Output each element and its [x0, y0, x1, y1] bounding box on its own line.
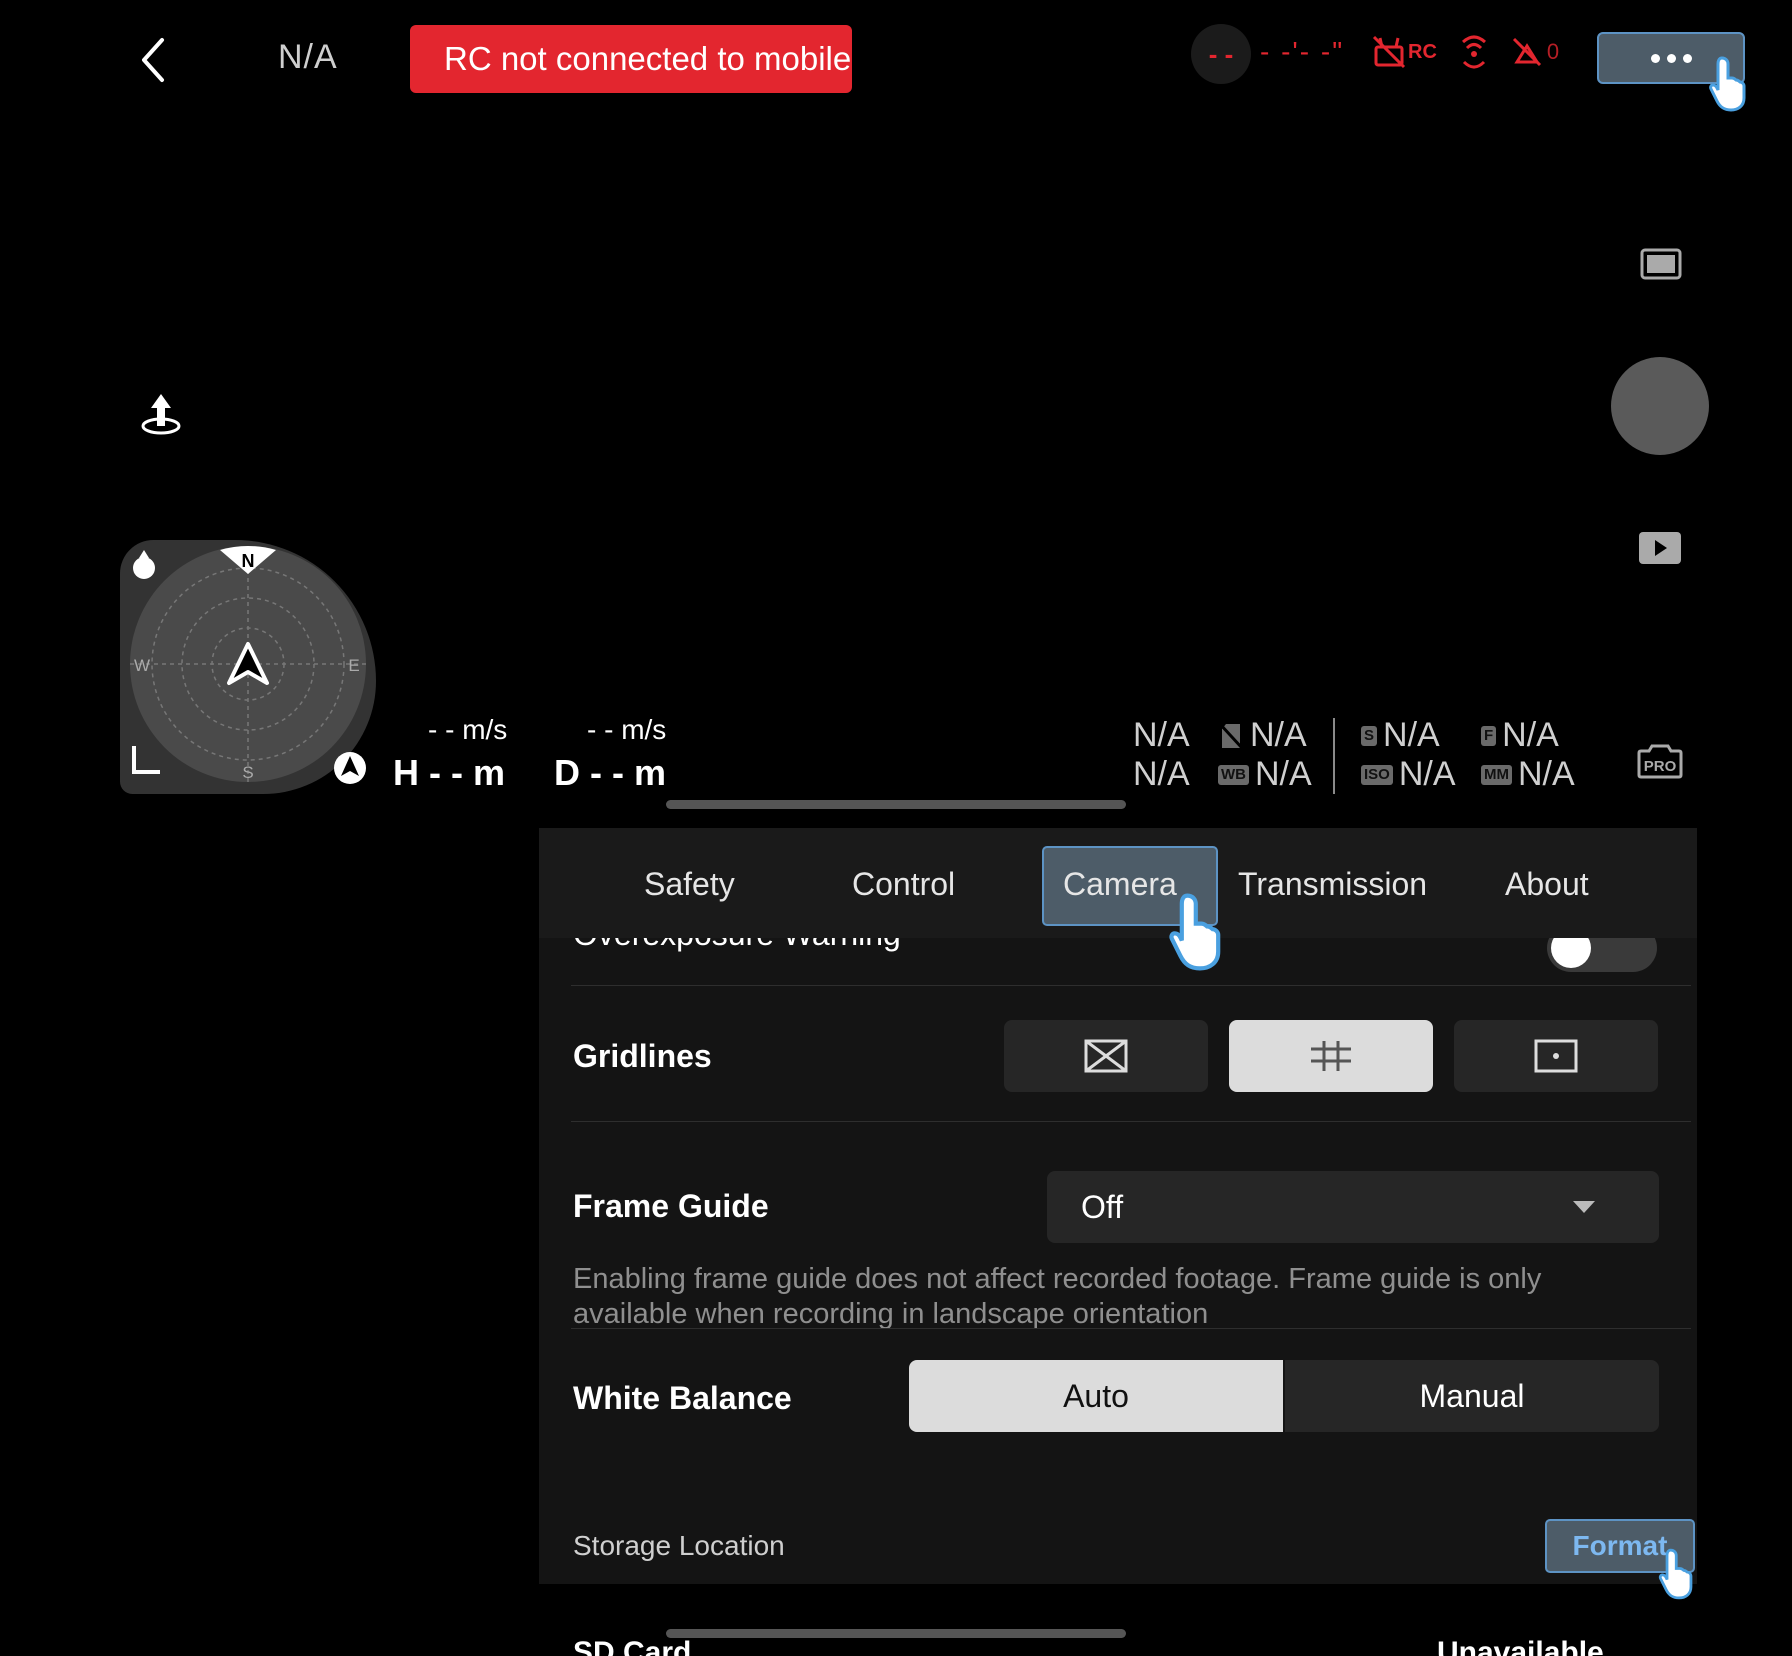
camera-param-3: N/A: [1218, 716, 1307, 755]
frame-guide-select[interactable]: Off: [1047, 1171, 1659, 1243]
frame-guide-label: Frame Guide: [573, 1188, 769, 1224]
pro-label: PRO: [1644, 758, 1677, 775]
caret-down-icon: [1573, 1201, 1595, 1213]
white-balance-auto-button[interactable]: Auto: [909, 1360, 1283, 1432]
gps-signal-indicator[interactable]: - -: [1191, 24, 1251, 84]
param-value: N/A: [1255, 755, 1312, 793]
radar-north-label: N: [242, 551, 255, 571]
camera-param-iso: ISO N/A: [1361, 755, 1456, 794]
camera-param-aperture: F N/A: [1481, 716, 1559, 755]
rc-disconnected-icon: [1372, 35, 1406, 69]
frame-guide-value: Off: [1081, 1188, 1124, 1225]
param-value: N/A: [1250, 716, 1307, 754]
aperture-badge: F: [1481, 725, 1497, 746]
tab-transmission[interactable]: Transmission: [1238, 866, 1427, 903]
storage-location-label: Storage Location: [573, 1530, 785, 1561]
gridlines-diagonal-icon: [1084, 1039, 1128, 1073]
param-value: N/A: [1133, 716, 1190, 754]
tab-control[interactable]: Control: [852, 866, 955, 903]
gridlines-label: Gridlines: [573, 1038, 712, 1074]
param-value: N/A: [1383, 716, 1440, 754]
camera-param-2: N/A: [1133, 755, 1190, 794]
camera-param-1: N/A: [1133, 716, 1190, 755]
camera-param-wb: WB N/A: [1218, 755, 1312, 794]
radar-south-label: S: [242, 763, 253, 782]
gridlines-diagonal-button[interactable]: [1004, 1020, 1208, 1092]
param-value: N/A: [1398, 755, 1456, 793]
dot: [1650, 53, 1660, 63]
shutter-button[interactable]: [1611, 357, 1709, 455]
back-button[interactable]: [128, 30, 178, 90]
rc-label: RC: [1408, 40, 1437, 63]
horizontal-speed: - - m/s: [428, 714, 508, 745]
pro-mode-icon[interactable]: PRO: [1637, 743, 1683, 779]
attitude-radar[interactable]: N W E S: [120, 540, 376, 794]
gridlines-grid-button[interactable]: [1229, 1020, 1433, 1092]
flight-time-readout: - -'- -": [1260, 36, 1345, 67]
settings-panel: Overexposure Warning Safety Control Came…: [539, 828, 1697, 1656]
vertical-speed: - - m/s: [587, 714, 667, 745]
transmission-signal-icon[interactable]: [1459, 34, 1489, 70]
camera-param-shutter: S N/A: [1361, 716, 1440, 755]
focal-length-badge: MM: [1481, 764, 1512, 785]
vision-off-icon: [1512, 37, 1541, 67]
wb-badge: WB: [1218, 764, 1249, 785]
white-balance-manual-button[interactable]: Manual: [1285, 1360, 1659, 1432]
storage-location-row: [539, 1464, 1697, 1584]
sd-card-off-icon: [1218, 722, 1244, 749]
radar-east-label: E: [348, 656, 359, 675]
status-icons-group: RC 0: [1372, 32, 1559, 72]
dot: [1682, 53, 1692, 63]
tab-safety[interactable]: Safety: [644, 866, 735, 903]
distance-readout: D - - m: [554, 752, 666, 793]
gridlines-center-icon: [1534, 1039, 1578, 1073]
divider: [571, 1121, 1691, 1122]
shutter-badge: S: [1361, 725, 1378, 746]
rc-signal-status[interactable]: RC: [1372, 35, 1437, 69]
white-balance-label: White Balance: [573, 1380, 792, 1416]
param-divider: [1333, 718, 1335, 794]
gridlines-center-button[interactable]: [1454, 1020, 1658, 1092]
aspect-ratio-icon[interactable]: [1640, 248, 1682, 280]
sd-card-label: SD Card: [573, 1636, 692, 1656]
playback-icon[interactable]: [1638, 531, 1682, 565]
param-value: N/A: [1133, 755, 1190, 793]
corner-marker: [132, 746, 160, 774]
tab-camera[interactable]: Camera: [1063, 866, 1177, 903]
iso-badge: ISO: [1361, 764, 1393, 785]
radar-compass: N W E S: [130, 546, 366, 784]
panel-drag-handle[interactable]: [666, 800, 1126, 809]
dot: [1666, 53, 1676, 63]
chevron-left-icon: [142, 38, 164, 82]
param-value: N/A: [1502, 716, 1559, 754]
bottom-drag-handle[interactable]: [666, 1629, 1126, 1638]
radar-west-label: W: [134, 656, 150, 675]
divider: [571, 1328, 1691, 1329]
tab-about[interactable]: About: [1505, 866, 1589, 903]
takeoff-icon[interactable]: [138, 392, 184, 438]
home-point-icon: [133, 557, 155, 579]
param-value: N/A: [1518, 755, 1575, 793]
vision-system-status[interactable]: 0: [1511, 36, 1559, 68]
rc-connection-warning-banner[interactable]: RC not connected to mobile device: [410, 25, 852, 93]
frame-guide-hint: Enabling frame guide does not affect rec…: [573, 1263, 1542, 1330]
height-readout: H - - m: [393, 752, 505, 793]
gridlines-grid-icon: [1311, 1041, 1351, 1071]
camera-param-focal: MM N/A: [1481, 755, 1575, 794]
aircraft-status-title: N/A: [278, 38, 338, 76]
sd-card-status: Unavailable: [1437, 1636, 1604, 1656]
vision-count: 0: [1546, 39, 1560, 64]
divider: [571, 985, 1691, 986]
pointer-hand-cursor: [1169, 893, 1221, 971]
pointer-hand-cursor: [1709, 56, 1746, 112]
settings-tabs: Safety Control Camera Transmission About: [539, 828, 1697, 938]
pointer-hand-cursor: [1658, 1548, 1693, 1600]
